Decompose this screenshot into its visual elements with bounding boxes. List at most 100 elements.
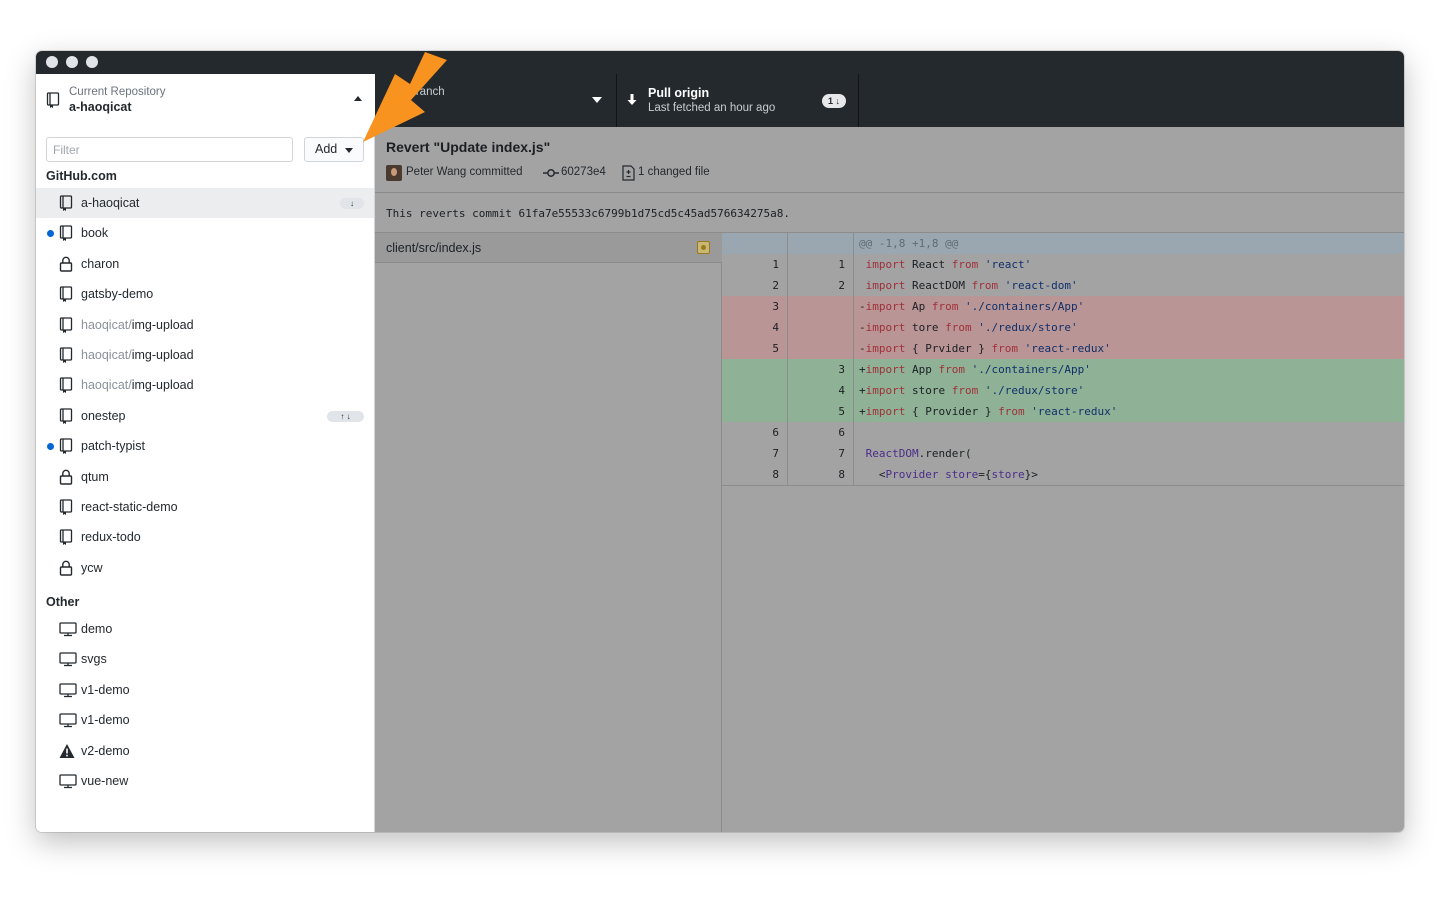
commit-message: This reverts commit 61fa7e55533c6799b1d7… — [386, 207, 790, 220]
filter-input[interactable] — [46, 137, 293, 162]
repo-name-text: patch-typist — [81, 439, 145, 454]
diff-line[interactable]: 4 +import store from './redux/store' — [722, 380, 1404, 401]
repo-name-text: gatsby-demo — [81, 287, 154, 302]
old-line-number — [722, 380, 788, 401]
repo-list-item[interactable]: svgs — [36, 644, 374, 674]
unread-dot-icon — [47, 443, 54, 451]
lock-icon — [59, 560, 75, 576]
new-line-number — [788, 338, 854, 359]
commit-icon — [543, 169, 559, 177]
pull-origin-title: Pull origin — [648, 86, 710, 100]
repo-list-item[interactable]: react-static-demo — [36, 492, 374, 522]
commit-message-body: This reverts commit 61fa7e55533c6799b1d7… — [375, 193, 1404, 233]
minimize-window-button[interactable] — [66, 56, 78, 68]
monitor-icon — [59, 621, 77, 637]
diff-line[interactable]: 22 import ReactDOM from 'react-dom' — [722, 275, 1404, 296]
commit-author: Peter Wang committed — [406, 166, 523, 178]
repo-icon — [59, 438, 75, 455]
repo-icon — [59, 499, 75, 515]
repo-icon — [59, 316, 75, 333]
repo-list-item[interactable]: redux-todo — [36, 522, 374, 552]
pull-origin-button[interactable]: Pull origin Last fetched an hour ago 1 ↓ — [617, 74, 859, 127]
diff-line[interactable]: 66 — [722, 422, 1404, 443]
code-text: ReactDOM.render( — [865, 447, 972, 460]
current-repository-label: Current Repository — [69, 86, 166, 98]
file-list-item[interactable]: client/src/index.js — [375, 233, 722, 263]
repo-icon — [59, 408, 75, 424]
group-header: GitHub.com — [46, 169, 117, 183]
old-line-number: 1 — [722, 254, 788, 275]
commit-sha[interactable]: 60273e4 — [561, 166, 606, 182]
repo-name: svgs — [81, 652, 107, 666]
repo-owner: haoqicat/ — [81, 348, 132, 362]
diff-line[interactable]: 3 +import App from './containers/App' — [722, 359, 1404, 380]
commit-detail-panel: Revert "Update index.js" Peter Wang comm… — [375, 127, 1404, 832]
repo-list-item[interactable]: qtum — [36, 462, 374, 492]
repo-list-item[interactable]: charon — [36, 249, 374, 279]
repo-list-item[interactable]: book — [36, 218, 374, 248]
lock-icon — [59, 469, 75, 485]
old-line-number: 4 — [722, 317, 788, 338]
diff-line[interactable]: 88 <Provider store={store}> — [722, 464, 1404, 485]
repo-name-text: vue-new — [81, 774, 129, 788]
unread-dot-icon — [47, 230, 54, 238]
changed-files-count: 1 changed file — [638, 166, 710, 178]
monitor-icon — [59, 773, 77, 789]
repo-name: redux-todo — [81, 530, 141, 544]
pull-count-badge: 1 ↓ — [821, 94, 846, 108]
diff-line[interactable]: 4 -import tore from './redux/store' — [722, 317, 1404, 338]
current-repository-dropdown[interactable]: Current Repository a-haoqicat — [36, 74, 375, 127]
diff-line[interactable]: 3 -import Ap from './containers/App' — [722, 296, 1404, 317]
new-line-number — [788, 233, 854, 254]
repo-list-item[interactable]: vue-new — [36, 766, 374, 796]
new-line-number: 7 — [788, 443, 854, 464]
current-branch-label: ent Branch — [389, 86, 445, 98]
old-line-number: 5 — [722, 338, 788, 359]
repo-list-item[interactable]: v1-demo — [36, 675, 374, 705]
file-modified-icon — [697, 241, 710, 254]
repo-name: charon — [81, 257, 119, 271]
code-text: import ReactDOM from 'react-dom' — [865, 279, 1078, 292]
repo-icon — [46, 92, 60, 108]
commit-summary: Revert "Update index.js" Peter Wang comm… — [375, 127, 1404, 193]
code-text: -import Ap from './containers/App' — [859, 300, 1085, 313]
repo-list-item[interactable]: ycw — [36, 553, 374, 583]
close-window-button[interactable] — [46, 56, 58, 68]
old-line-number — [722, 359, 788, 380]
repo-name: haoqicat/img-upload — [81, 318, 194, 332]
repo-list-item[interactable]: haoqicat/img-upload — [36, 310, 374, 340]
repo-name: v1-demo — [81, 683, 130, 697]
repo-name-text: v1-demo — [81, 713, 130, 728]
old-line-number: 8 — [722, 464, 788, 485]
repo-icon — [59, 377, 75, 394]
repo-name: qtum — [81, 470, 109, 484]
current-branch-dropdown[interactable]: ent Branch ster — [375, 74, 617, 127]
repo-list-item[interactable]: haoqicat/img-upload — [36, 370, 374, 400]
repo-list-item[interactable]: a-haoqicat ↓ — [36, 188, 374, 218]
diff-line[interactable]: 11 import React from 'react' — [722, 254, 1404, 275]
diff-line[interactable]: 5 -import { Prvider } from 'react-redux' — [722, 338, 1404, 359]
repo-list-item[interactable]: patch-typist — [36, 431, 374, 461]
diff-line[interactable]: 5 +import { Provider } from 'react-redux' — [722, 401, 1404, 422]
repo-list-item[interactable]: v1-demo — [36, 705, 374, 735]
add-button[interactable]: Add — [304, 137, 364, 162]
diff-line[interactable]: 77 ReactDOM.render( — [722, 443, 1404, 464]
repo-list-item[interactable]: haoqicat/img-upload — [36, 340, 374, 370]
repo-name-text: demo — [81, 622, 113, 636]
new-line-number — [788, 317, 854, 338]
repo-list-item[interactable]: demo — [36, 614, 374, 644]
repo-owner: haoqicat/ — [81, 378, 132, 393]
current-branch-name: ster — [389, 100, 412, 114]
chevron-down-icon — [345, 148, 353, 153]
repo-list-item[interactable]: onestep ↑ ↓ — [36, 401, 374, 431]
repo-list-item[interactable]: v2-demo — [36, 736, 374, 766]
repo-name-text: onestep — [81, 408, 126, 423]
old-line-number: 7 — [722, 443, 788, 464]
repo-icon — [59, 347, 75, 363]
repo-icon — [59, 529, 75, 546]
toolbar: Current Repository a-haoqicat ent Branch… — [36, 74, 1404, 127]
repo-list-item[interactable]: gatsby-demo — [36, 279, 374, 309]
zoom-window-button[interactable] — [86, 56, 98, 68]
diff-hunk-header[interactable]: @@ -1,8 +1,8 @@ — [722, 233, 1404, 254]
repo-name: ycw — [81, 561, 103, 575]
